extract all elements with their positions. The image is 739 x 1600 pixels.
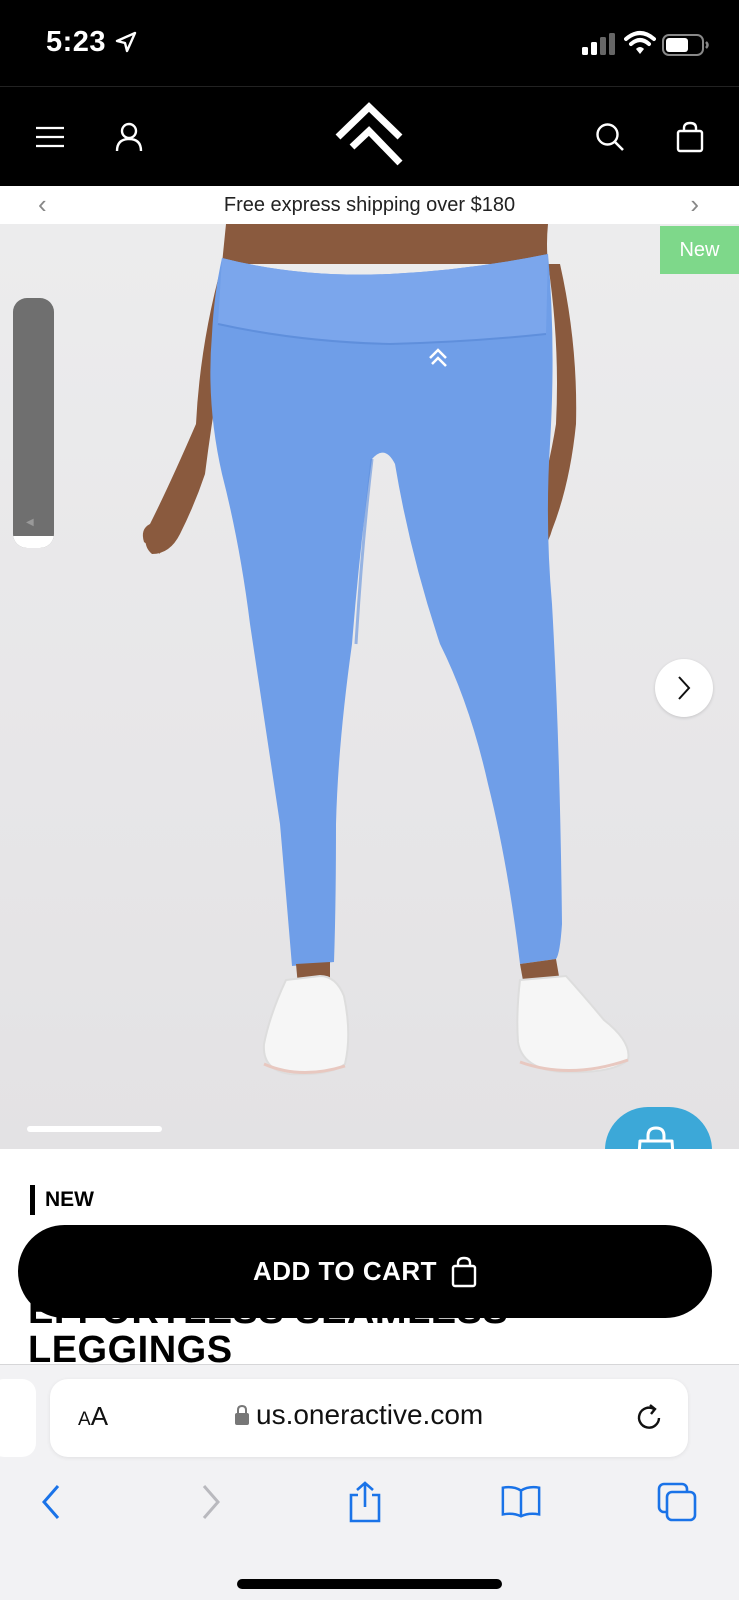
promo-prev-button[interactable]: ‹ [38,190,47,218]
reader-settings-button[interactable]: AA [78,1401,108,1432]
brand-logo-icon[interactable] [334,101,404,167]
volume-level-fill [13,536,54,548]
home-indicator [237,1579,502,1589]
account-icon[interactable] [109,117,149,157]
lock-icon [235,1404,249,1425]
speaker-mute-icon: ◀ [26,517,34,528]
battery-icon [662,34,709,56]
forward-icon[interactable] [190,1481,232,1523]
add-to-cart-label: ADD TO CART [252,1256,438,1286]
address-bar[interactable]: AA us.oneractive.com [50,1379,688,1457]
product-image-carousel[interactable]: New ◀ [0,224,739,1149]
chevron-right-icon [678,676,691,700]
product-title-line-2: LEGGINGS [28,1329,233,1364]
promo-next-button[interactable]: › [690,190,699,218]
status-time: 5:23 [46,26,107,58]
image-next-button[interactable] [655,659,713,717]
share-icon[interactable] [344,1481,386,1523]
back-icon[interactable] [30,1481,72,1523]
cellular-signal-icon [582,33,615,55]
add-to-cart-button[interactable]: ADD TO CART [18,1225,712,1318]
wifi-icon [624,31,656,54]
bookmarks-icon[interactable] [500,1481,542,1523]
menu-icon[interactable] [30,117,70,157]
status-bar: 5:23 [0,0,739,86]
carousel-progress-indicator [27,1126,162,1132]
tabs-icon[interactable] [656,1481,698,1523]
new-label: NEW [30,1185,94,1215]
url-display[interactable]: us.oneractive.com [234,1399,483,1431]
promo-banner: ‹ Free express shipping over $180 › [0,186,739,224]
search-icon[interactable] [590,117,630,157]
url-text: us.oneractive.com [256,1399,484,1430]
reload-icon[interactable] [632,1401,666,1435]
site-header [0,86,739,186]
previous-tab-peek[interactable] [0,1379,36,1457]
shopping-bag-icon[interactable] [670,117,710,157]
promo-text: Free express shipping over $180 [223,193,516,216]
browser-bottom-bar: AA us.oneractive.com [0,1364,739,1600]
shopping-bag-icon [451,1256,477,1287]
volume-indicator: ◀ [13,298,54,548]
new-badge: New [660,226,739,274]
product-photo [142,224,630,1076]
browser-toolbar [0,1469,739,1529]
location-arrow-icon [115,31,137,53]
